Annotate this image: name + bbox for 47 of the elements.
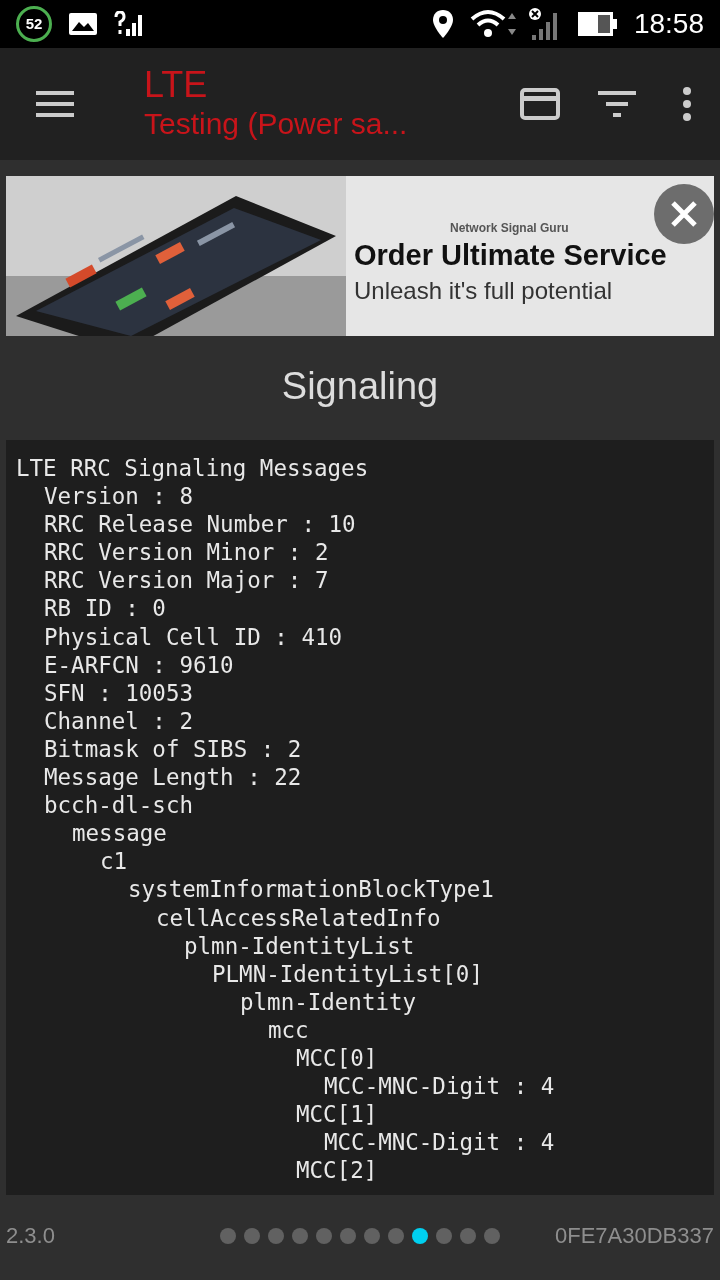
- message-line: SFN : 10053: [44, 678, 193, 707]
- device-id: 0FE7A30DB337: [554, 1222, 714, 1250]
- message-line: bcch-dl-sch: [44, 791, 193, 820]
- message-line: Bitmask of SIBS : 2: [44, 734, 302, 764]
- more-options-icon[interactable]: [682, 86, 692, 122]
- message-line: RRC Version Major : 7: [44, 566, 329, 595]
- message-line: mcc: [268, 1015, 309, 1044]
- battery-saver-badge: 52: [16, 6, 52, 42]
- signal-unknown-icon: [114, 11, 144, 37]
- message-line: PLMN-IdentityList[0]: [212, 959, 483, 988]
- message-line: MCC-MNC-Digit : 4: [324, 1072, 555, 1101]
- message-line: c1: [100, 847, 128, 876]
- app-subtitle: Testing (Power sa...: [144, 106, 408, 142]
- message-line: RRC Release Number : 10: [44, 510, 356, 539]
- message-line: plmn-Identity: [240, 987, 417, 1016]
- clock: 18:58: [633, 7, 704, 41]
- message-line: MCC-MNC-Digit : 4: [324, 1128, 555, 1157]
- banner-tagline: Unleash it's full potential: [354, 276, 614, 306]
- location-icon: [431, 9, 454, 39]
- message-line: LTE RRC Signaling Messages: [16, 454, 369, 483]
- app-version: 2.3.0: [6, 1222, 56, 1250]
- ad-banner[interactable]: Network Signal Guru Order Ultimate Service Unleash it's full potential: [6, 176, 714, 336]
- close-button[interactable]: [654, 184, 714, 244]
- message-line: MCC[1]: [296, 1100, 378, 1129]
- message-line: E-ARFCN : 9610: [44, 650, 234, 679]
- image-icon: [68, 12, 98, 36]
- message-line: Physical Cell ID : 410: [44, 622, 342, 651]
- message-line: Channel : 2: [44, 706, 193, 735]
- message-line: cellAccessRelatedInfo: [156, 903, 441, 932]
- message-line: RB ID : 0: [44, 594, 166, 623]
- app-title: LTE: [144, 65, 209, 105]
- battery-icon: [577, 12, 618, 36]
- message-line: systemInformationBlockType1: [128, 875, 494, 904]
- page-title: Signaling: [280, 364, 440, 409]
- filter-icon[interactable]: [598, 91, 636, 117]
- message-line: MCC[0]: [296, 1043, 378, 1073]
- message-line: Version : 8: [44, 482, 193, 511]
- message-line: message: [72, 819, 167, 848]
- close-icon: [670, 200, 698, 228]
- menu-icon[interactable]: [36, 90, 74, 118]
- message-line: Message Length : 22: [44, 763, 302, 792]
- message-line: MCC[2]: [296, 1156, 378, 1185]
- banner-brand: Network Signal Guru: [450, 220, 570, 237]
- banner-headline: Order Ultimate Service: [354, 238, 668, 273]
- message-line: plmn-IdentityList: [184, 931, 415, 960]
- message-line: RRC Version Minor : 2: [44, 538, 329, 567]
- card-icon[interactable]: [520, 88, 560, 120]
